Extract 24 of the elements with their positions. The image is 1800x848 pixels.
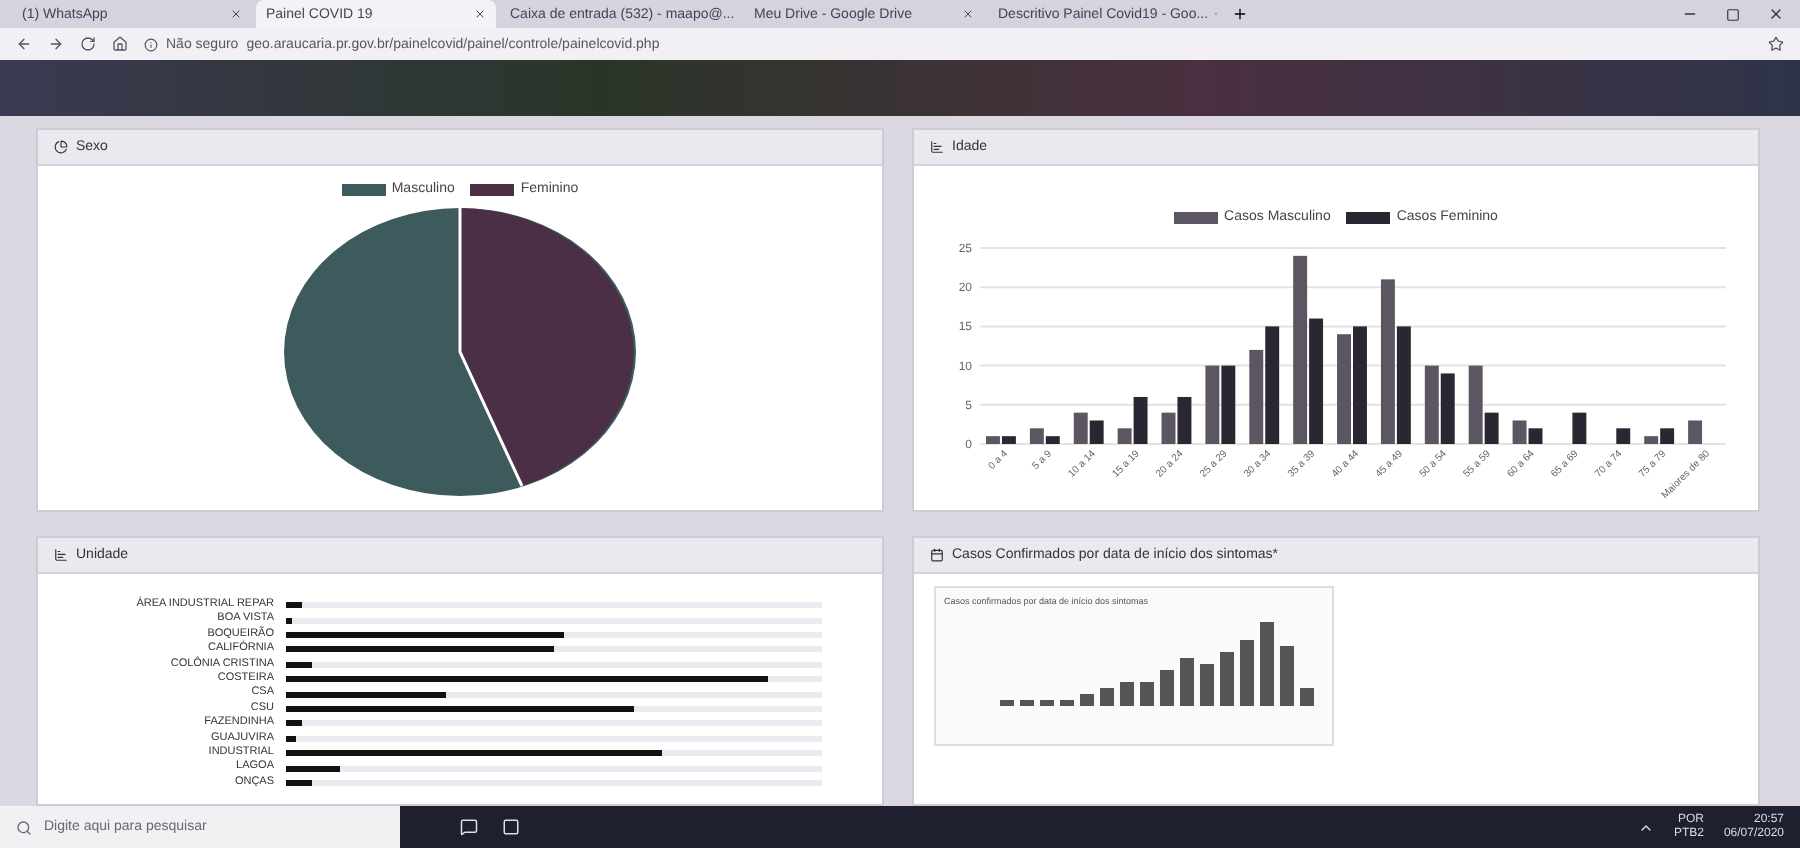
- home-icon[interactable]: [112, 36, 128, 52]
- bar-chart-icon: [930, 140, 944, 154]
- bar-chart-icon: [54, 548, 68, 562]
- taskbar-app-icon[interactable]: [502, 818, 520, 836]
- legend-swatch: [1346, 211, 1391, 223]
- legend-swatch: [1174, 211, 1219, 223]
- bar: [1572, 412, 1587, 444]
- back-icon[interactable]: [16, 36, 32, 52]
- info-icon: [144, 37, 158, 51]
- close-icon[interactable]: [1768, 6, 1784, 22]
- forward-icon[interactable]: [48, 36, 64, 52]
- maximize-icon[interactable]: [1726, 7, 1740, 21]
- new-tab-icon[interactable]: [1232, 6, 1248, 22]
- search-icon: [16, 819, 32, 835]
- pie-chart-icon: [54, 140, 68, 154]
- close-icon[interactable]: [474, 8, 486, 20]
- close-icon[interactable]: [230, 8, 242, 20]
- reload-icon[interactable]: [80, 36, 96, 52]
- star-icon[interactable]: [1768, 36, 1784, 52]
- taskbar-app-icon[interactable]: [460, 818, 478, 836]
- close-icon[interactable]: [962, 8, 974, 20]
- bar: [1616, 428, 1631, 444]
- bar: [1688, 420, 1703, 444]
- calendar-icon: [930, 548, 944, 562]
